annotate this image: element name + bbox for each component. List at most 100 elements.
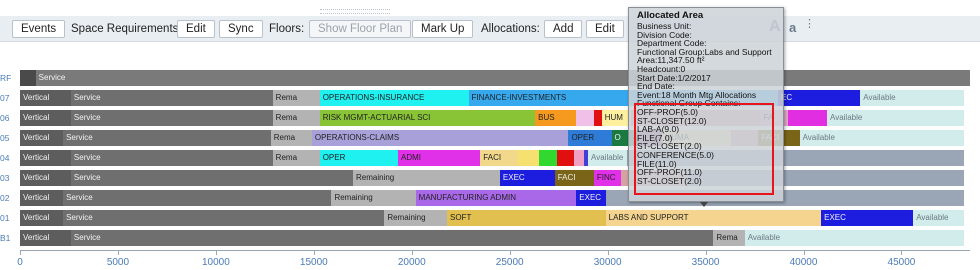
x-axis-tick — [705, 251, 707, 255]
allocation-segment[interactable]: Vertical — [20, 150, 71, 166]
allocation-segment[interactable]: Rema — [272, 150, 320, 166]
decrease-font-icon[interactable]: a — [789, 20, 796, 35]
allocation-segment[interactable]: ADMI — [398, 150, 481, 166]
allocation-segment[interactable]: Available — [860, 90, 965, 106]
allocation-segment[interactable]: Service — [70, 110, 273, 126]
allocation-segment[interactable]: MANUFACTURING ADMIN — [415, 190, 577, 206]
floor-label: 02 — [0, 193, 10, 203]
allocation-segment[interactable]: Vertical — [20, 190, 64, 206]
panel-resize-grip[interactable] — [320, 9, 390, 14]
mark-up-button[interactable]: Mark Up — [412, 20, 474, 38]
allocation-segment[interactable]: Remaining — [352, 170, 500, 186]
x-axis-tick-label: 15000 — [299, 257, 328, 268]
allocation-segment[interactable] — [574, 150, 585, 166]
allocation-segment[interactable]: Vertical — [20, 170, 71, 186]
events-button[interactable]: Events — [12, 20, 66, 38]
allocation-segment[interactable] — [556, 150, 575, 166]
allocation-segment[interactable]: OPER — [568, 130, 612, 146]
x-axis-tick-label: 0 — [17, 257, 23, 268]
allocation-segment[interactable]: EXEC — [576, 190, 606, 206]
allocations-add-button[interactable]: Add — [544, 20, 583, 38]
allocation-segment[interactable]: Service — [35, 70, 970, 86]
allocation-segment[interactable]: Service — [63, 130, 271, 146]
allocation-segment[interactable]: OPER — [319, 150, 399, 166]
floor-label: 07 — [0, 93, 10, 103]
floor-label: 01 — [0, 213, 10, 223]
x-axis-tick — [803, 251, 805, 255]
allocation-segment[interactable]: Available — [744, 230, 965, 246]
space-requirements-edit-button[interactable]: Edit — [177, 20, 215, 38]
allocation-segment[interactable]: BUS — [535, 110, 577, 126]
floor-row: Vertical Service Remaining SOFT LABS AND SUP… — [20, 210, 970, 226]
allocation-segment[interactable]: OPERATIONS-INSURANCE — [319, 90, 469, 106]
more-options-icon[interactable]: ⋮ — [804, 17, 815, 30]
allocation-segment[interactable] — [517, 150, 540, 166]
x-axis-tick-label: 10000 — [201, 257, 230, 268]
allocation-segment[interactable]: EC — [778, 90, 861, 106]
x-axis-tick — [901, 251, 903, 255]
allocations-label: Allocations: — [481, 23, 540, 35]
functional-group-highlight — [634, 103, 774, 195]
x-axis-tick — [509, 251, 511, 255]
tooltip-title: Allocated Area — [637, 10, 704, 21]
allocation-segment[interactable]: Rema — [713, 230, 745, 246]
allocation-segment[interactable]: Vertical — [20, 110, 71, 126]
allocation-segment[interactable]: Available — [827, 110, 965, 126]
x-axis-tick — [215, 251, 217, 255]
x-axis-tick — [20, 251, 21, 255]
allocation-segment[interactable]: FINC — [593, 170, 622, 186]
space-requirements-sync-button[interactable]: Sync — [219, 20, 263, 38]
allocation-segment[interactable]: Vertical — [20, 210, 64, 226]
x-axis-tick — [411, 251, 413, 255]
allocation-segment[interactable]: Remaining — [331, 190, 416, 206]
allocation-segment[interactable]: EXEC — [499, 170, 555, 186]
allocations-edit-button[interactable]: Edit — [586, 20, 624, 38]
floor-row: Vertical Service Rema Available — [20, 230, 970, 246]
allocation-segment[interactable]: Rema — [270, 130, 312, 146]
allocation-segment[interactable]: OPERATIONS-CLAIMS — [311, 130, 569, 146]
allocation-segment[interactable]: FACI — [480, 150, 518, 166]
floor-row: Vertical Service Remaining EXEC FACI FINC — [20, 170, 970, 186]
x-axis-tick-label: 20000 — [397, 257, 426, 268]
allocation-segment[interactable]: Rema — [272, 90, 320, 106]
tooltip-pointer — [700, 202, 708, 207]
allocation-segment[interactable]: Vertical — [20, 90, 71, 106]
allocation-segment[interactable]: Service — [70, 90, 273, 106]
allocation-segment[interactable]: Service — [63, 210, 385, 226]
floors-label: Floors: — [269, 23, 305, 35]
allocation-segment[interactable]: Available — [588, 150, 628, 166]
show-floor-plan-button[interactable]: Show Floor Plan — [309, 20, 412, 38]
allocation-segment[interactable]: Rema — [272, 110, 320, 126]
x-axis-tick-label: 5000 — [106, 257, 130, 268]
allocation-segment[interactable]: RISK MGMT-ACTUARIAL SCI — [319, 110, 536, 126]
allocation-segment[interactable]: Vertical — [20, 230, 71, 246]
floor-label: 05 — [0, 133, 10, 143]
allocation-segment[interactable]: Available — [913, 210, 965, 226]
allocation-segment[interactable]: EXEC — [821, 210, 914, 226]
allocation-segment[interactable]: Service — [70, 150, 273, 166]
allocation-segment[interactable]: Remaining — [384, 210, 447, 226]
allocation-segment[interactable]: Service — [63, 190, 332, 206]
allocation-segment[interactable]: Service — [70, 230, 714, 246]
allocation-segment[interactable]: LABS AND SUPPORT — [605, 210, 822, 226]
allocation-segment[interactable]: Available — [799, 130, 965, 146]
allocation-segment[interactable] — [593, 110, 602, 126]
allocation-segment[interactable]: Vertical — [20, 130, 64, 146]
allocation-segment[interactable] — [20, 70, 36, 86]
allocation-segment[interactable] — [787, 110, 827, 126]
allocation-segment[interactable] — [576, 110, 594, 126]
x-axis-tick — [607, 251, 609, 255]
floor-label: RF — [0, 73, 12, 83]
allocation-segment[interactable]: HUM — [601, 110, 632, 126]
floor-row: Vertical Service Rema OPER ADMI FACI Available — [20, 150, 970, 166]
floor-label: 06 — [0, 113, 10, 123]
space-requirements-label: Space Requirements: — [71, 23, 182, 35]
x-axis-tick — [117, 251, 119, 255]
x-axis-tick-label: 30000 — [593, 257, 622, 268]
allocation-segment[interactable]: SOFT — [447, 210, 606, 226]
allocation-segment[interactable] — [539, 150, 557, 166]
allocation-segment[interactable]: FACI — [554, 170, 594, 186]
allocation-segment[interactable]: Service — [70, 170, 353, 186]
x-axis-tick-label: 35000 — [691, 257, 720, 268]
floor-label: B1 — [0, 233, 11, 243]
